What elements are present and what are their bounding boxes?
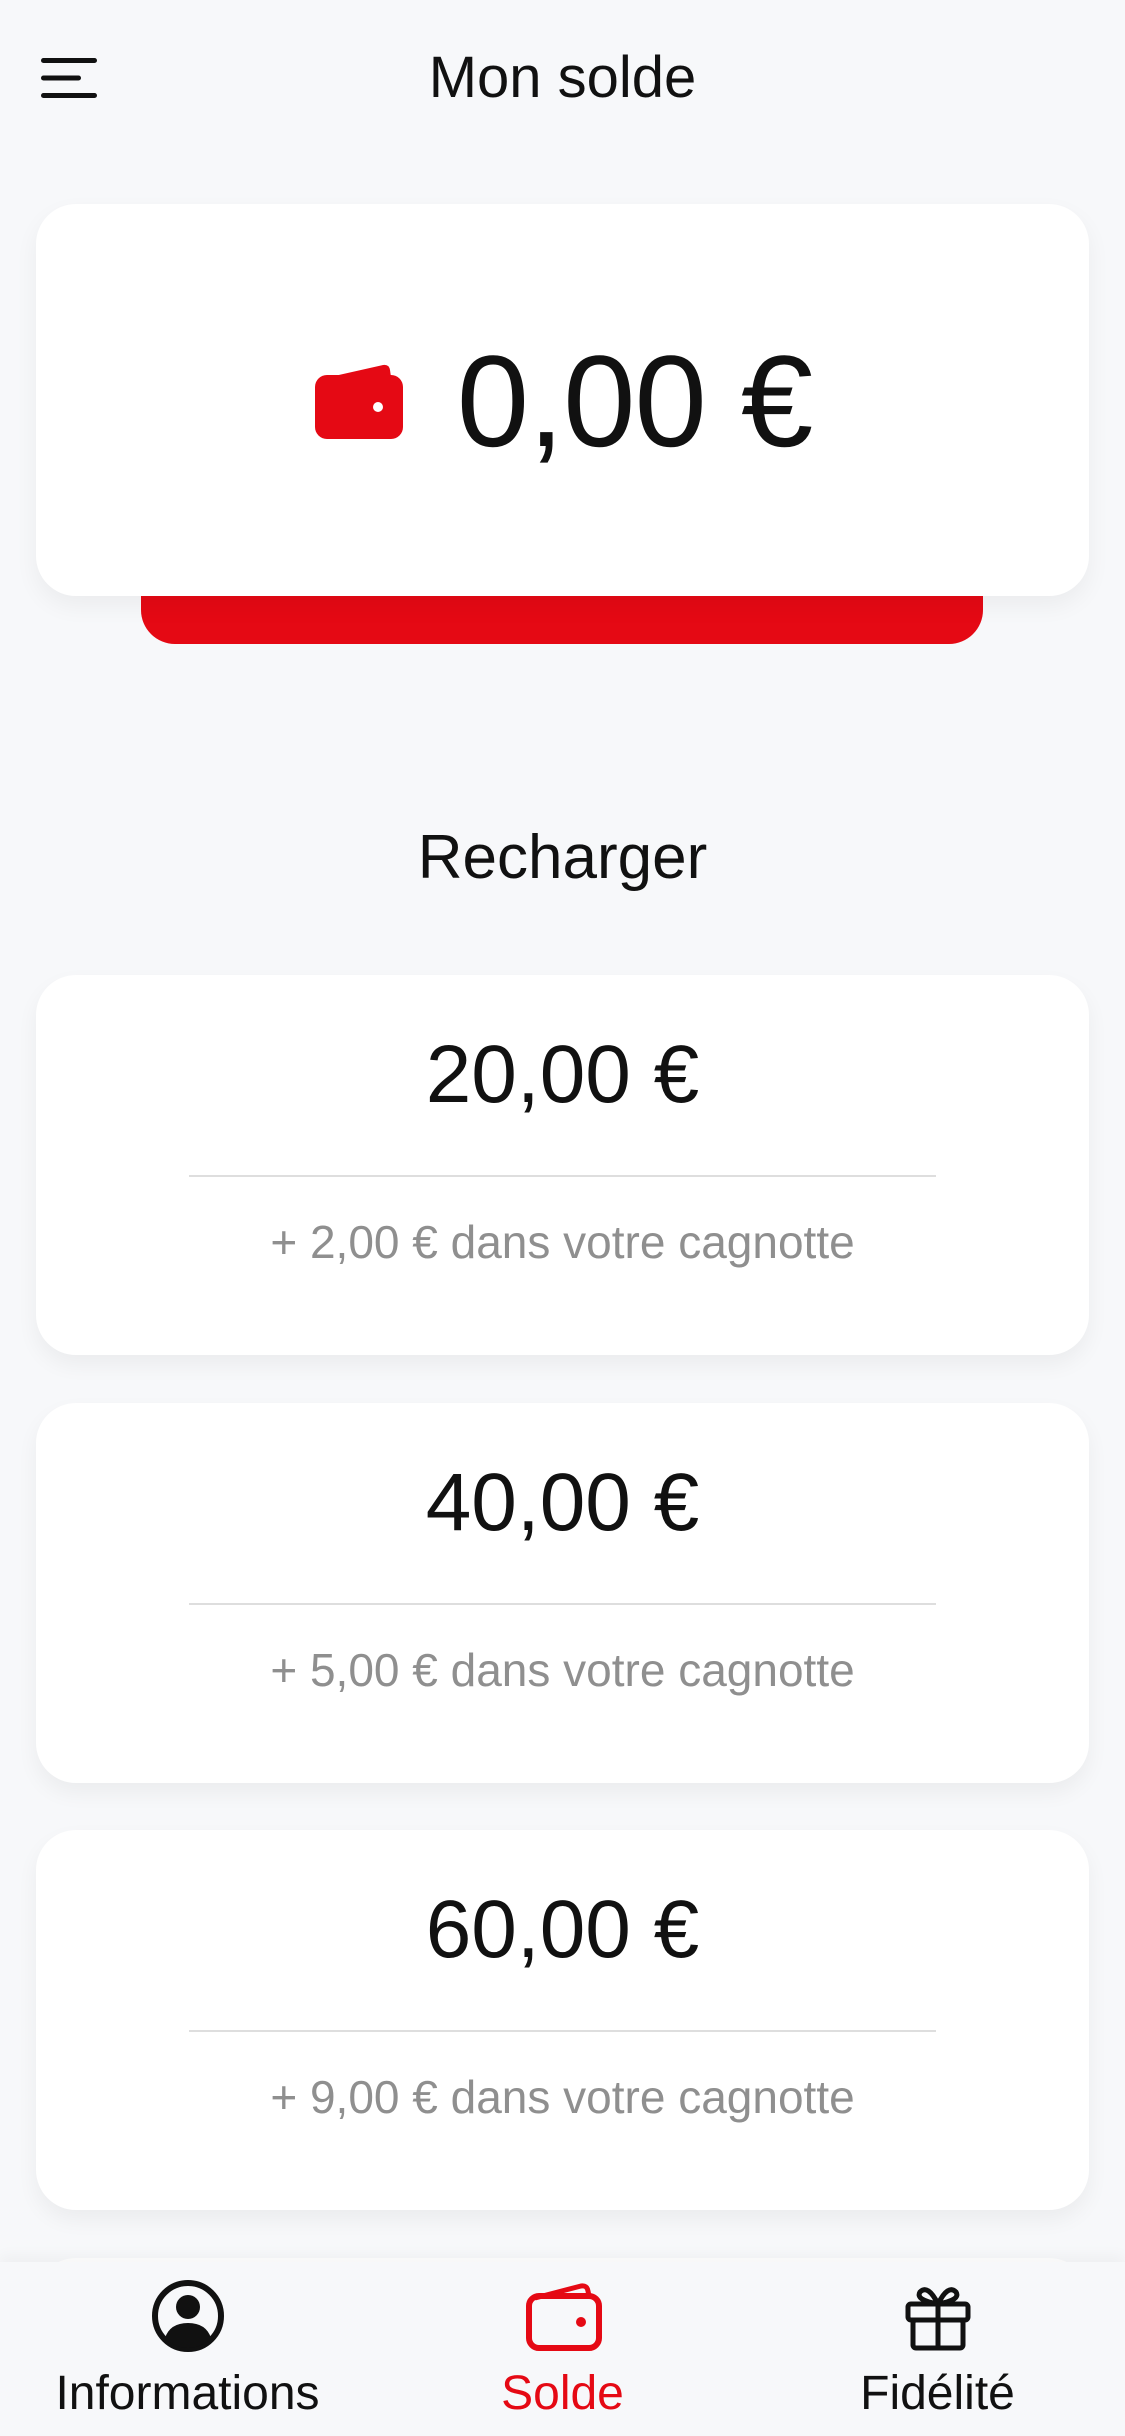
recharge-section-title: Recharger [417, 823, 708, 892]
nav-item-solde[interactable]: Solde [375, 2262, 750, 2436]
recharge-amount: 40,00 € [425, 1457, 700, 1548]
wallet-icon [525, 2283, 602, 2351]
recharge-bonus: + 5,00 € dans votre cagnotte [270, 1644, 855, 1696]
nav-item-fidelite[interactable]: Fidélité [750, 2262, 1125, 2436]
divider [189, 2030, 936, 2032]
recharge-amount: 60,00 € [425, 1884, 700, 1975]
recharge-amount: 20,00 € [425, 1029, 700, 1120]
balance-content: 0,00 € [313, 326, 813, 476]
balance-amount: 0,00 € [456, 328, 813, 474]
user-circle-icon [151, 2280, 224, 2352]
recharge-bonus: + 9,00 € dans votre cagnotte [270, 2071, 855, 2123]
recharge-option-40[interactable]: 40,00 € + 5,00 € dans votre cagnotte [36, 1403, 1089, 1783]
header: Mon solde [0, 0, 1125, 160]
nav-label: Solde [501, 2367, 624, 2420]
divider [189, 1603, 936, 1605]
divider [189, 1175, 936, 1177]
page-title: Mon solde [428, 45, 697, 110]
nav-item-informations[interactable]: Informations [0, 2262, 375, 2436]
nav-label: Fidélité [860, 2367, 1015, 2420]
wallet-icon [314, 364, 403, 439]
recharge-option-60[interactable]: 60,00 € + 9,00 € dans votre cagnotte [36, 1830, 1089, 2210]
balance-card: 0,00 € [36, 204, 1089, 596]
recharge-option-20[interactable]: 20,00 € + 2,00 € dans votre cagnotte [36, 975, 1089, 1355]
app-root: Mon solde 0,00 € Recharger 20,00 € + 2,0… [0, 0, 1125, 2436]
nav-label: Informations [55, 2367, 320, 2420]
recharge-bonus: + 2,00 € dans votre cagnotte [270, 1216, 855, 1268]
gift-icon [905, 2287, 970, 2351]
bottom-nav: Informations Solde Fidélité [0, 2262, 1125, 2436]
